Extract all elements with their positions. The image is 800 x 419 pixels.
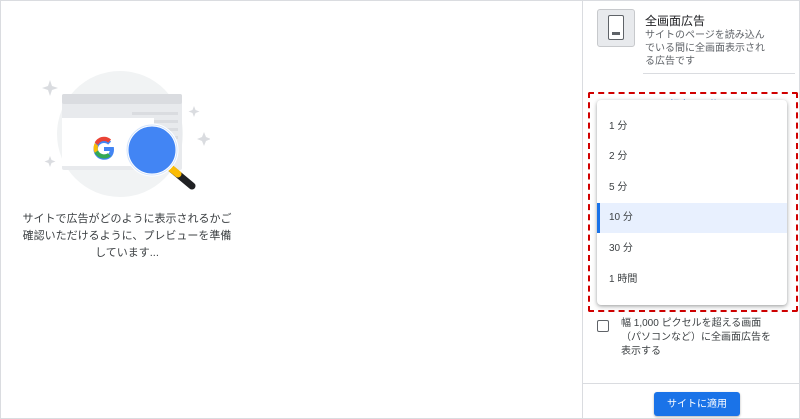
option-description: サイトのページを読み込んでいる間に全画面表示される広告です bbox=[645, 30, 765, 67]
dropdown-option-1hour[interactable]: 1 時間 bbox=[597, 265, 787, 295]
desktop-fullscreen-label: 幅 1,000 ピクセルを超える画面（パソコンなど）に全画面広告を表示する bbox=[621, 318, 771, 357]
google-g-magnifier-icon bbox=[40, 66, 211, 201]
divider bbox=[643, 73, 795, 74]
phone-fullscreen-icon bbox=[597, 9, 635, 47]
option-title: 全画面広告 bbox=[645, 14, 706, 28]
preview-status-text: サイトで広告がどのように表示されるかご確認いただけるように、プレビューを準備して… bbox=[22, 213, 232, 259]
dropdown-option-5min[interactable]: 5 分 bbox=[597, 173, 787, 203]
dropdown-option-30min[interactable]: 30 分 bbox=[597, 234, 787, 264]
dropdown-option-10min[interactable]: 10 分 bbox=[597, 203, 787, 233]
frequency-dropdown-menu[interactable]: 1 分 2 分 5 分 10 分 30 分 1 時間 bbox=[597, 100, 787, 305]
desktop-fullscreen-checkbox[interactable] bbox=[597, 320, 609, 332]
preview-area: サイトで広告がどのように表示されるかご確認いただけるように、プレビューを準備して… bbox=[0, 0, 582, 419]
dropdown-option-1min[interactable]: 1 分 bbox=[597, 112, 787, 142]
fullscreen-ad-option[interactable]: 全画面広告 サイトのページを読み込んでいる間に全画面表示される広告です bbox=[597, 9, 793, 69]
apply-to-site-button[interactable]: サイトに適用 bbox=[654, 392, 740, 416]
dropdown-option-2min[interactable]: 2 分 bbox=[597, 142, 787, 172]
footer-divider bbox=[582, 383, 800, 384]
